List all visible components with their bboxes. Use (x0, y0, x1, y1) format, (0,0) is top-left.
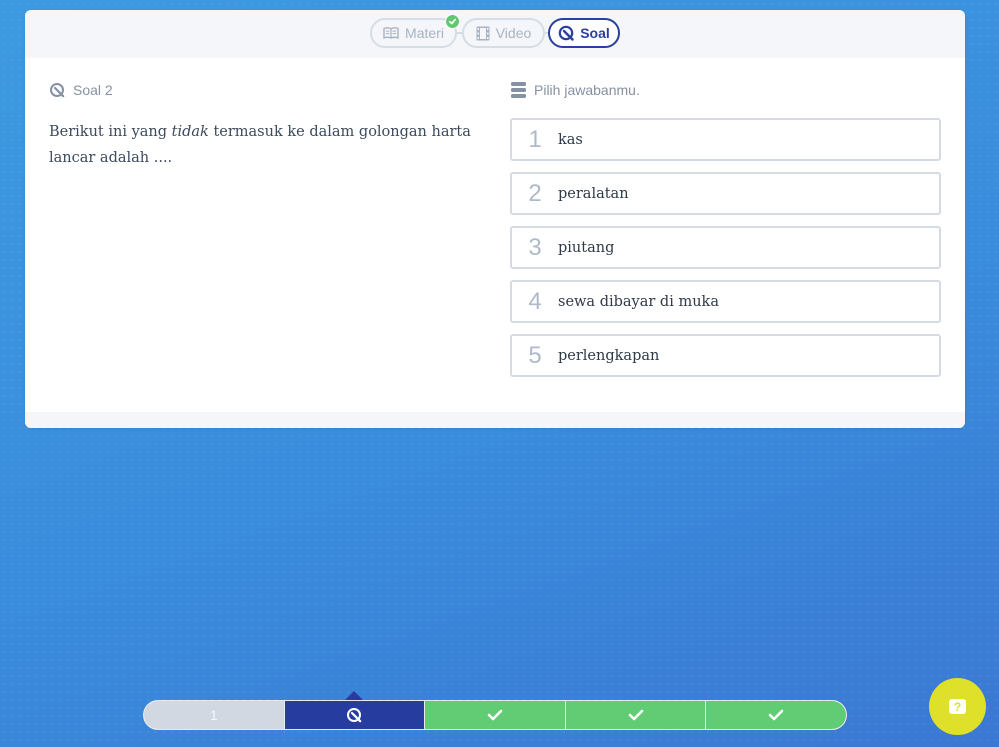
answer-option-1[interactable]: 1 kas (510, 118, 941, 161)
check-icon (768, 709, 784, 721)
question-text-emphasis: tidak (171, 124, 209, 140)
card-header: Materi Video Soal (25, 10, 965, 58)
tab-materi-label: Materi (405, 25, 444, 41)
progress-step-5[interactable] (705, 701, 846, 729)
option-number: 3 (528, 233, 542, 261)
answer-options: 1 kas 2 peralatan 3 piutang 4 sewa dibay… (510, 118, 941, 388)
current-step-pointer (345, 691, 363, 700)
option-number: 1 (528, 125, 542, 153)
question-number: Soal 2 (73, 82, 113, 98)
question-text-before: Berikut ini yang (49, 124, 172, 140)
option-text: kas (558, 131, 583, 148)
list-icon (511, 82, 526, 98)
progress-step-2[interactable] (283, 701, 425, 729)
option-text: piutang (558, 239, 615, 256)
answer-option-3[interactable]: 3 piutang (510, 226, 941, 269)
question-text: Berikut ini yang tidak termasuk ke dalam… (49, 119, 479, 171)
progress-step-label: 1 (209, 707, 218, 723)
tab-materi[interactable]: Materi (370, 18, 457, 48)
tab-video[interactable]: Video (462, 18, 545, 48)
tab-soal-label: Soal (580, 25, 610, 41)
check-icon (487, 709, 503, 721)
answer-option-4[interactable]: 4 sewa dibayar di muka (510, 280, 941, 323)
book-icon (383, 27, 399, 39)
question-progress-bar: 1 (143, 700, 847, 730)
question-label: Soal 2 (49, 82, 113, 98)
option-text: peralatan (558, 185, 629, 202)
option-text: perlengkapan (558, 347, 660, 364)
progress-step-1[interactable]: 1 (144, 701, 284, 729)
option-number: 5 (528, 341, 542, 369)
quiz-icon (558, 25, 574, 41)
tab-video-label: Video (495, 25, 532, 41)
option-number: 2 (528, 179, 542, 207)
progress-step-4[interactable] (564, 701, 706, 729)
card-footer (25, 412, 965, 428)
film-icon (476, 26, 490, 40)
option-number: 4 (528, 287, 542, 315)
answer-option-5[interactable]: 5 perlengkapan (510, 334, 941, 377)
check-icon (628, 709, 643, 721)
help-glyph: ? (953, 699, 962, 714)
tab-soal[interactable]: Soal (548, 18, 620, 48)
quiz-card: Materi Video Soal Soal 2 Berikut ini yan… (25, 10, 965, 428)
progress-step-3[interactable] (424, 701, 565, 729)
answers-instruction: Pilih jawabanmu. (534, 82, 640, 98)
answer-option-2[interactable]: 2 peralatan (510, 172, 941, 215)
quiz-icon (50, 83, 65, 98)
quiz-icon (347, 708, 362, 723)
completed-check-icon (445, 14, 460, 29)
answers-label: Pilih jawabanmu. (511, 82, 640, 98)
help-button[interactable]: ? (929, 678, 986, 735)
help-icon: ? (949, 699, 966, 714)
option-text: sewa dibayar di muka (558, 293, 719, 310)
